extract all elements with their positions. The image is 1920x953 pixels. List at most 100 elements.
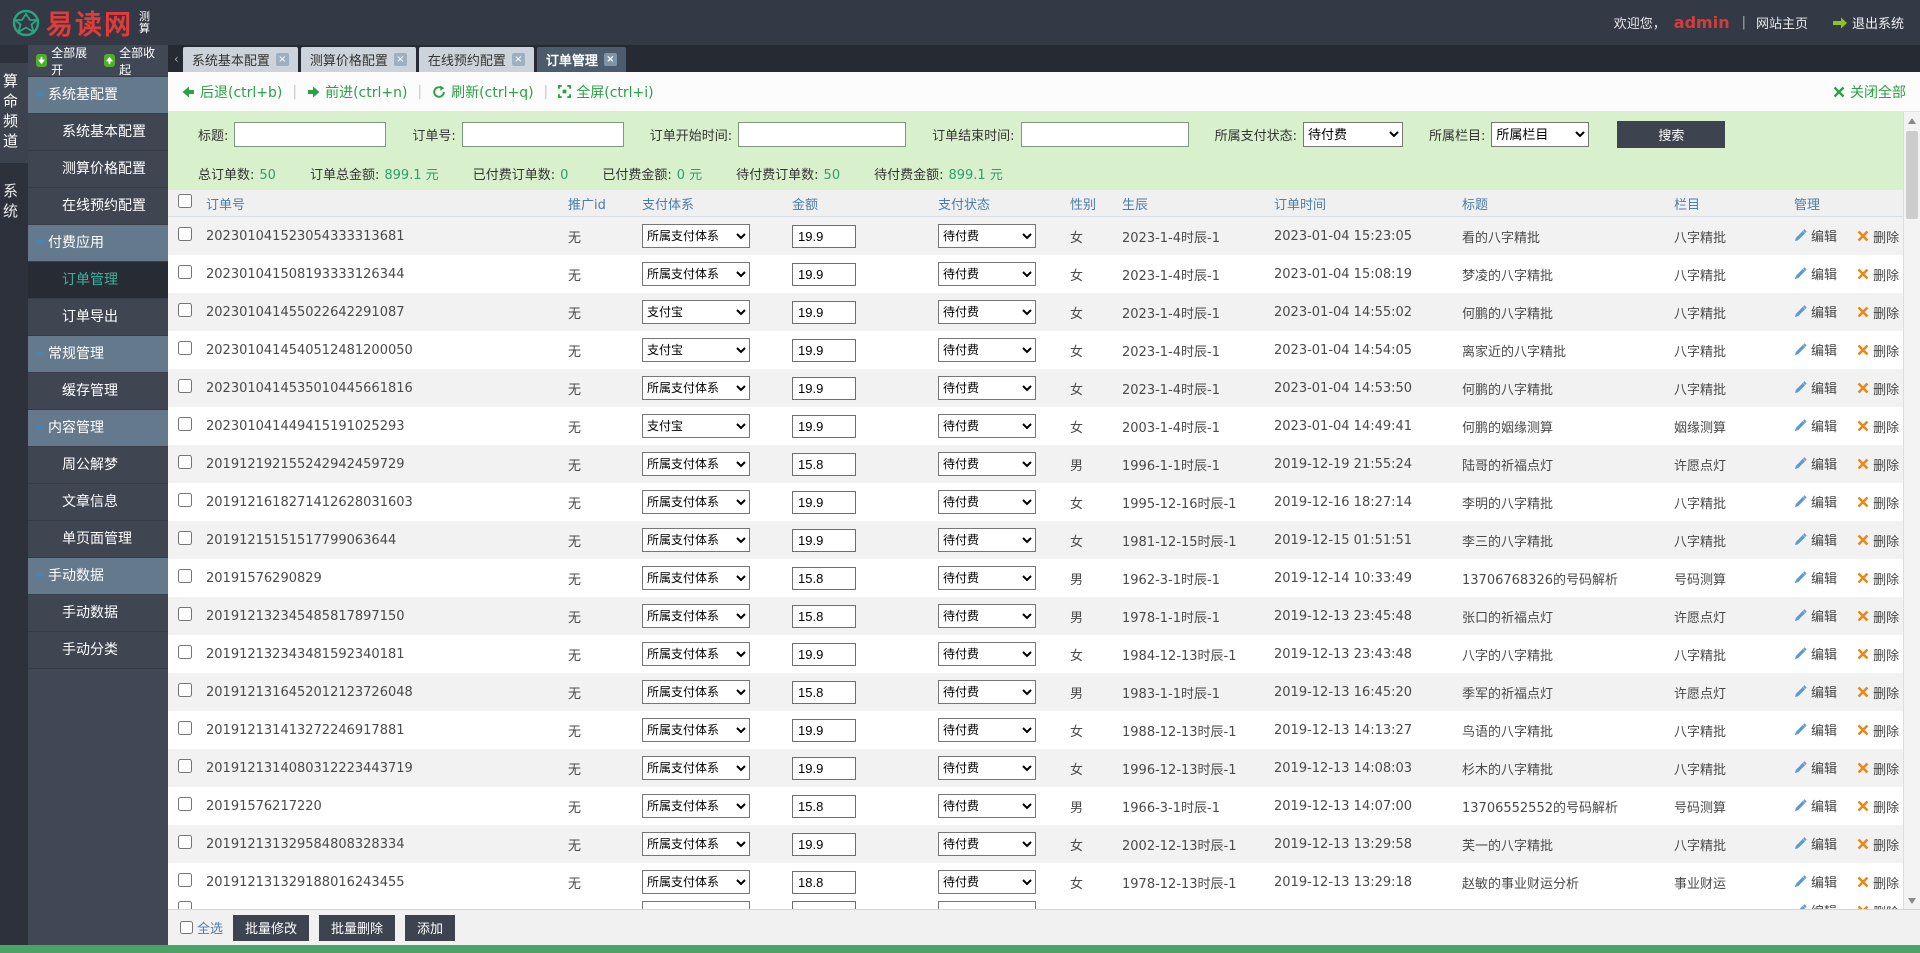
amount-input[interactable] <box>792 376 856 400</box>
pay-system-select[interactable]: 所属支付体系 <box>642 528 750 552</box>
pay-status-select[interactable]: 待付费 <box>938 566 1036 590</box>
pay-system-select[interactable]: 支付宝 <box>642 414 750 438</box>
select-all-control[interactable]: 全选 <box>180 918 223 937</box>
delete-button[interactable]: 删除 <box>1857 455 1899 474</box>
edit-button[interactable]: 编辑 <box>1794 796 1837 815</box>
pay-system-select[interactable]: 所属支付体系 <box>642 832 750 856</box>
pay-system-select[interactable]: 支付宝 <box>642 338 750 362</box>
scrollbar-thumb[interactable] <box>1906 131 1918 219</box>
pay-status-select[interactable]: 待付费 <box>938 528 1036 552</box>
delete-button[interactable]: 删除 <box>1857 873 1899 892</box>
pay-system-select[interactable]: 所属支付体系 <box>642 680 750 704</box>
delete-button[interactable]: 删除 <box>1857 341 1899 360</box>
pay-system-select[interactable]: 支付宝 <box>642 300 750 324</box>
batch-delete-button[interactable]: 批量删除 <box>319 914 396 941</box>
pay-status-select[interactable]: 待付费 <box>938 300 1036 324</box>
sidebar-item[interactable]: 系统基本配置 <box>28 114 168 151</box>
row-checkbox[interactable] <box>178 873 192 887</box>
refresh-button[interactable]: 刷新(ctrl+q) <box>432 82 534 102</box>
edit-button[interactable]: 编辑 <box>1794 834 1837 853</box>
pay-system-select[interactable]: 所属支付体系 <box>642 490 750 514</box>
pay-status-select[interactable]: 待付费 <box>938 490 1036 514</box>
edit-button[interactable]: 编辑 <box>1794 872 1837 891</box>
delete-button[interactable]: 删除 <box>1857 379 1899 398</box>
row-checkbox[interactable] <box>178 645 192 659</box>
row-checkbox[interactable] <box>178 683 192 697</box>
tab[interactable]: 订单管理 × <box>536 47 626 72</box>
vertical-scrollbar[interactable] <box>1903 112 1920 909</box>
amount-input[interactable] <box>792 604 856 628</box>
edit-button[interactable]: 编辑 <box>1794 492 1837 511</box>
amount-input[interactable] <box>792 300 856 324</box>
amount-input[interactable] <box>792 870 856 894</box>
amount-input[interactable] <box>792 414 856 438</box>
amount-input[interactable] <box>792 566 856 590</box>
amount-input[interactable] <box>792 794 856 818</box>
pay-status-filter-select[interactable]: 待付费 <box>1302 121 1403 147</box>
end-time-filter-input[interactable] <box>1020 121 1189 147</box>
row-checkbox[interactable] <box>178 379 192 393</box>
pay-system-select[interactable]: 所属支付体系 <box>642 376 750 400</box>
sidebar-item[interactable]: 测算价格配置 <box>28 151 168 188</box>
title-filter-input[interactable] <box>234 121 387 147</box>
row-checkbox[interactable] <box>178 493 192 507</box>
sidebar-item[interactable]: 订单管理 <box>28 262 168 299</box>
pay-status-select[interactable]: 待付费 <box>938 756 1036 780</box>
pay-system-select[interactable]: 所属支付体系 <box>642 224 750 248</box>
pay-system-select[interactable]: 所属支付体系 <box>642 794 750 818</box>
edit-button[interactable]: 编辑 <box>1794 264 1837 283</box>
tab[interactable]: 系统基本配置 × <box>182 47 298 72</box>
delete-button[interactable]: 删除 <box>1857 759 1899 778</box>
delete-button[interactable]: 删除 <box>1857 902 1899 909</box>
amount-input[interactable] <box>792 832 856 856</box>
row-checkbox[interactable] <box>178 531 192 545</box>
tab-scroll-left-icon[interactable]: ‹ <box>170 52 183 66</box>
sidebar-item[interactable]: 缓存管理 <box>28 373 168 410</box>
pay-status-select[interactable]: 待付费 <box>938 224 1036 248</box>
sidebar-item[interactable]: 周公解梦 <box>28 447 168 484</box>
edit-button[interactable]: 编辑 <box>1794 644 1837 663</box>
edit-button[interactable]: 编辑 <box>1794 378 1837 397</box>
batch-edit-button[interactable]: 批量修改 <box>233 914 310 941</box>
amount-input[interactable] <box>792 224 856 248</box>
delete-button[interactable]: 删除 <box>1857 265 1899 284</box>
delete-button[interactable]: 删除 <box>1857 645 1899 664</box>
amount-input[interactable] <box>792 756 856 780</box>
pay-system-select[interactable]: 所属支付体系 <box>642 718 750 742</box>
edit-button[interactable]: 编辑 <box>1794 340 1837 359</box>
forward-button[interactable]: 前进(ctrl+n) <box>307 82 407 102</box>
delete-button[interactable]: 删除 <box>1857 683 1899 702</box>
tab-close-icon[interactable]: × <box>393 53 407 66</box>
delete-button[interactable]: 删除 <box>1857 721 1899 740</box>
edit-button[interactable]: 编辑 <box>1794 226 1837 245</box>
select-all-checkbox[interactable] <box>180 921 193 934</box>
sidebar-item[interactable]: 文章信息 <box>28 484 168 521</box>
row-checkbox[interactable] <box>178 303 192 317</box>
edit-button[interactable]: 编辑 <box>1794 758 1837 777</box>
row-checkbox[interactable] <box>178 455 192 469</box>
delete-button[interactable]: 删除 <box>1857 607 1899 626</box>
sidebar-item[interactable]: 在线预约配置 <box>28 188 168 225</box>
row-checkbox[interactable] <box>178 607 192 621</box>
add-button[interactable]: 添加 <box>405 914 456 941</box>
edit-button[interactable]: 编辑 <box>1794 682 1837 701</box>
delete-button[interactable]: 删除 <box>1857 417 1899 436</box>
pay-status-select[interactable]: 待付费 <box>938 338 1036 362</box>
delete-button[interactable]: 删除 <box>1857 569 1899 588</box>
pay-system-select[interactable]: 所属支付体系 <box>642 452 750 476</box>
row-checkbox[interactable] <box>178 721 192 735</box>
pay-system-select[interactable]: 所属支付体系 <box>642 756 750 780</box>
delete-button[interactable]: 删除 <box>1857 835 1899 854</box>
select-all-header-checkbox[interactable] <box>178 194 192 208</box>
collapse-all-button[interactable]: 全部收起 <box>104 44 160 78</box>
pay-system-select[interactable]: 所属支付体系 <box>642 262 750 286</box>
amount-input[interactable] <box>792 528 856 552</box>
back-button[interactable]: 后退(ctrl+b) <box>182 82 282 102</box>
rail-item[interactable]: 系统 <box>0 173 28 233</box>
delete-button[interactable]: 删除 <box>1857 227 1899 246</box>
pay-status-select[interactable]: 待付费 <box>938 452 1036 476</box>
tab[interactable]: 测算价格配置 × <box>300 47 416 72</box>
delete-button[interactable]: 删除 <box>1857 531 1899 550</box>
sidebar-group-header[interactable]: 内容管理 <box>28 410 168 447</box>
sidebar-group-header[interactable]: 常规管理 <box>28 336 168 373</box>
